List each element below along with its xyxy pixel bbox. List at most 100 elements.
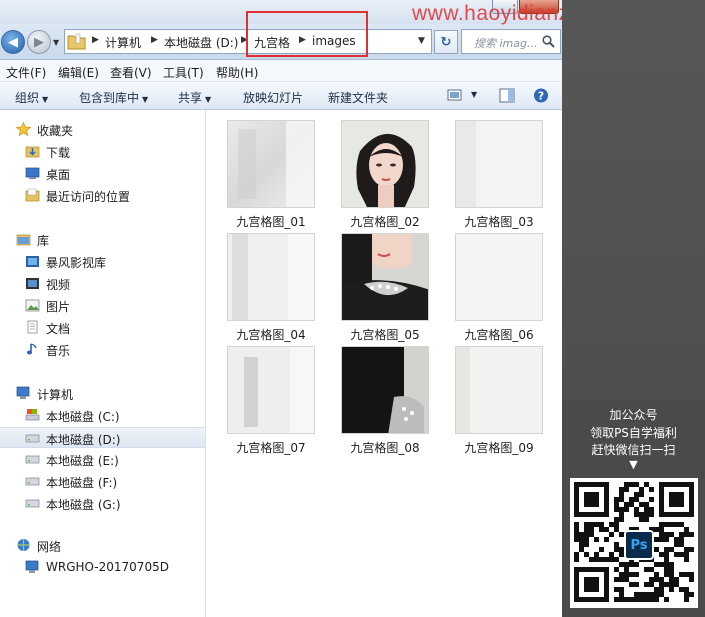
search-placeholder: 搜索 imag... (474, 37, 538, 50)
include-in-library-label: 包含到库中 (79, 91, 140, 105)
share-label: 共享 (178, 91, 203, 105)
slideshow-button[interactable]: 放映幻灯片 (243, 89, 303, 106)
nav-libraries[interactable]: 库 (0, 229, 205, 250)
view-options-chevron-icon[interactable]: ▼ (471, 90, 477, 99)
nav-item-downloads[interactable]: 下载 (0, 141, 205, 162)
nav-libraries-label: 库 (37, 234, 50, 248)
nav-item-baofeng-library[interactable]: 暴风影视库 (0, 251, 205, 272)
nav-item-drive-g[interactable]: 本地磁盘 (G:) (0, 493, 205, 514)
file-tile[interactable]: 九宫格图_04 (215, 233, 315, 346)
nav-item-drive-f[interactable]: 本地磁盘 (F:) (0, 471, 205, 492)
pictures-icon (25, 299, 40, 312)
chevron-down-icon: ▼ (205, 95, 212, 104)
nav-network[interactable]: 网络 (0, 535, 205, 556)
qr-code[interactable]: Ps (570, 478, 698, 608)
breadcrumb-drive-d[interactable]: 本地磁盘 (D:) (164, 34, 238, 51)
share-button[interactable]: 共享 ▼ (178, 89, 211, 106)
change-view-icon[interactable] (447, 88, 463, 103)
nav-item-label: 本地磁盘 (G:) (46, 498, 121, 512)
star-icon (16, 122, 31, 136)
forward-arrow-icon: ▶ (34, 34, 44, 50)
file-name: 九宫格图_07 (236, 441, 306, 455)
nav-item-videos[interactable]: 视频 (0, 273, 205, 294)
chevron-down-icon: ▼ (142, 95, 149, 104)
forward-button[interactable]: ▶ (27, 30, 51, 54)
promo-panel: 加公众号 领取PS自学福利 赶快微信扫一扫 ▼ Ps (562, 0, 705, 617)
new-folder-button[interactable]: 新建文件夹 (328, 89, 388, 106)
promo-line: 领取PS自学福利 (590, 426, 677, 440)
breadcrumb-separator-icon[interactable]: ▶ (92, 35, 99, 45)
file-tile[interactable]: 九宫格图_09 (443, 346, 543, 459)
nav-network-label: 网络 (37, 540, 62, 554)
recent-places-icon (25, 188, 40, 202)
music-note-icon (27, 343, 37, 355)
organize-button[interactable]: 组织 ▼ (15, 89, 48, 106)
menu-edit[interactable]: 编辑(E) (58, 64, 99, 81)
file-tile[interactable]: 九宫格图_08 (329, 346, 429, 459)
include-in-library-button[interactable]: 包含到库中 ▼ (79, 89, 148, 106)
nav-item-drive-d[interactable]: 本地磁盘 (D:) (0, 427, 205, 448)
file-name: 九宫格图_08 (350, 441, 420, 455)
menu-view[interactable]: 查看(V) (110, 64, 152, 81)
file-thumbnail (341, 120, 429, 208)
file-tile[interactable]: 九宫格图_03 (443, 120, 543, 233)
file-tile[interactable]: 九宫格图_01 (215, 120, 315, 233)
nav-item-label: 本地磁盘 (E:) (46, 454, 119, 468)
nav-favorites[interactable]: 收藏夹 (0, 119, 205, 140)
back-arrow-icon: ◀ (8, 34, 18, 50)
nav-item-label: 本地磁盘 (C:) (46, 410, 120, 424)
nav-item-network-pc[interactable]: WRGHO-20170705D (0, 557, 205, 578)
nav-item-desktop[interactable]: 桌面 (0, 163, 205, 184)
nav-item-documents[interactable]: 文档 (0, 317, 205, 338)
system-drive-icon (25, 409, 40, 421)
file-thumbnail (341, 346, 429, 434)
chevron-down-icon: ▼ (42, 95, 49, 104)
breadcrumb-separator-icon[interactable]: ▶ (151, 35, 158, 45)
folder-icon (67, 33, 86, 50)
back-button[interactable]: ◀ (1, 30, 25, 54)
nav-item-label: 文档 (46, 322, 71, 336)
recent-pages-dropdown-icon[interactable]: ▼ (53, 38, 59, 47)
file-name: 九宫格图_09 (464, 441, 534, 455)
file-thumbnail (227, 346, 315, 434)
file-tile[interactable]: 九宫格图_06 (443, 233, 543, 346)
search-input[interactable]: 搜索 imag... (461, 29, 561, 54)
menu-file[interactable]: 文件(F) (6, 64, 46, 81)
documents-icon (27, 320, 38, 334)
menu-bar: 文件(F) 编辑(E) 查看(V) 工具(T) 帮助(H) (0, 60, 562, 82)
file-thumbnail (455, 346, 543, 434)
nav-item-label: 桌面 (46, 168, 71, 182)
file-tile[interactable]: 九宫格图_05 (329, 233, 429, 346)
file-name: 九宫格图_04 (236, 328, 306, 342)
search-icon[interactable] (542, 35, 555, 48)
videos-icon (26, 278, 39, 289)
file-thumbnail (227, 120, 315, 208)
nav-item-label: 本地磁盘 (F:) (46, 476, 118, 490)
breadcrumb-computer[interactable]: 计算机 (105, 34, 141, 51)
preview-pane-icon[interactable] (499, 88, 515, 103)
address-history-dropdown-icon[interactable]: ▼ (418, 36, 425, 46)
menu-help[interactable]: 帮助(H) (216, 64, 258, 81)
menu-tools[interactable]: 工具(T) (163, 64, 204, 81)
media-library-icon (26, 256, 39, 267)
nav-item-drive-e[interactable]: 本地磁盘 (E:) (0, 449, 205, 470)
nav-computer[interactable]: 计算机 (0, 383, 205, 404)
path-highlight-box (246, 11, 368, 57)
file-name: 九宫格图_05 (350, 328, 420, 342)
explorer-window: ◀ ▶ ▼ ▶ 计算机 ▶ 本地磁盘 (D:) ▶ 九宫格 ▶ images ▼… (0, 0, 562, 617)
nav-item-label: WRGHO-20170705D (46, 560, 169, 574)
desktop-icon (25, 167, 40, 179)
nav-item-pictures[interactable]: 图片 (0, 295, 205, 316)
nav-item-drive-c[interactable]: 本地磁盘 (C:) (0, 405, 205, 426)
file-tile[interactable]: 九宫格图_07 (215, 346, 315, 459)
nav-item-label: 最近访问的位置 (46, 190, 131, 204)
promo-background (562, 0, 705, 400)
network-icon (17, 539, 30, 551)
file-tile[interactable]: 九宫格图_02 (329, 120, 429, 233)
help-icon[interactable]: ? (533, 88, 549, 103)
refresh-button[interactable]: ↻ (434, 30, 458, 54)
nav-item-label: 暴风影视库 (46, 256, 107, 270)
nav-item-music[interactable]: 音乐 (0, 339, 205, 360)
drive-icon (25, 455, 40, 464)
nav-item-recent-places[interactable]: 最近访问的位置 (0, 185, 205, 206)
